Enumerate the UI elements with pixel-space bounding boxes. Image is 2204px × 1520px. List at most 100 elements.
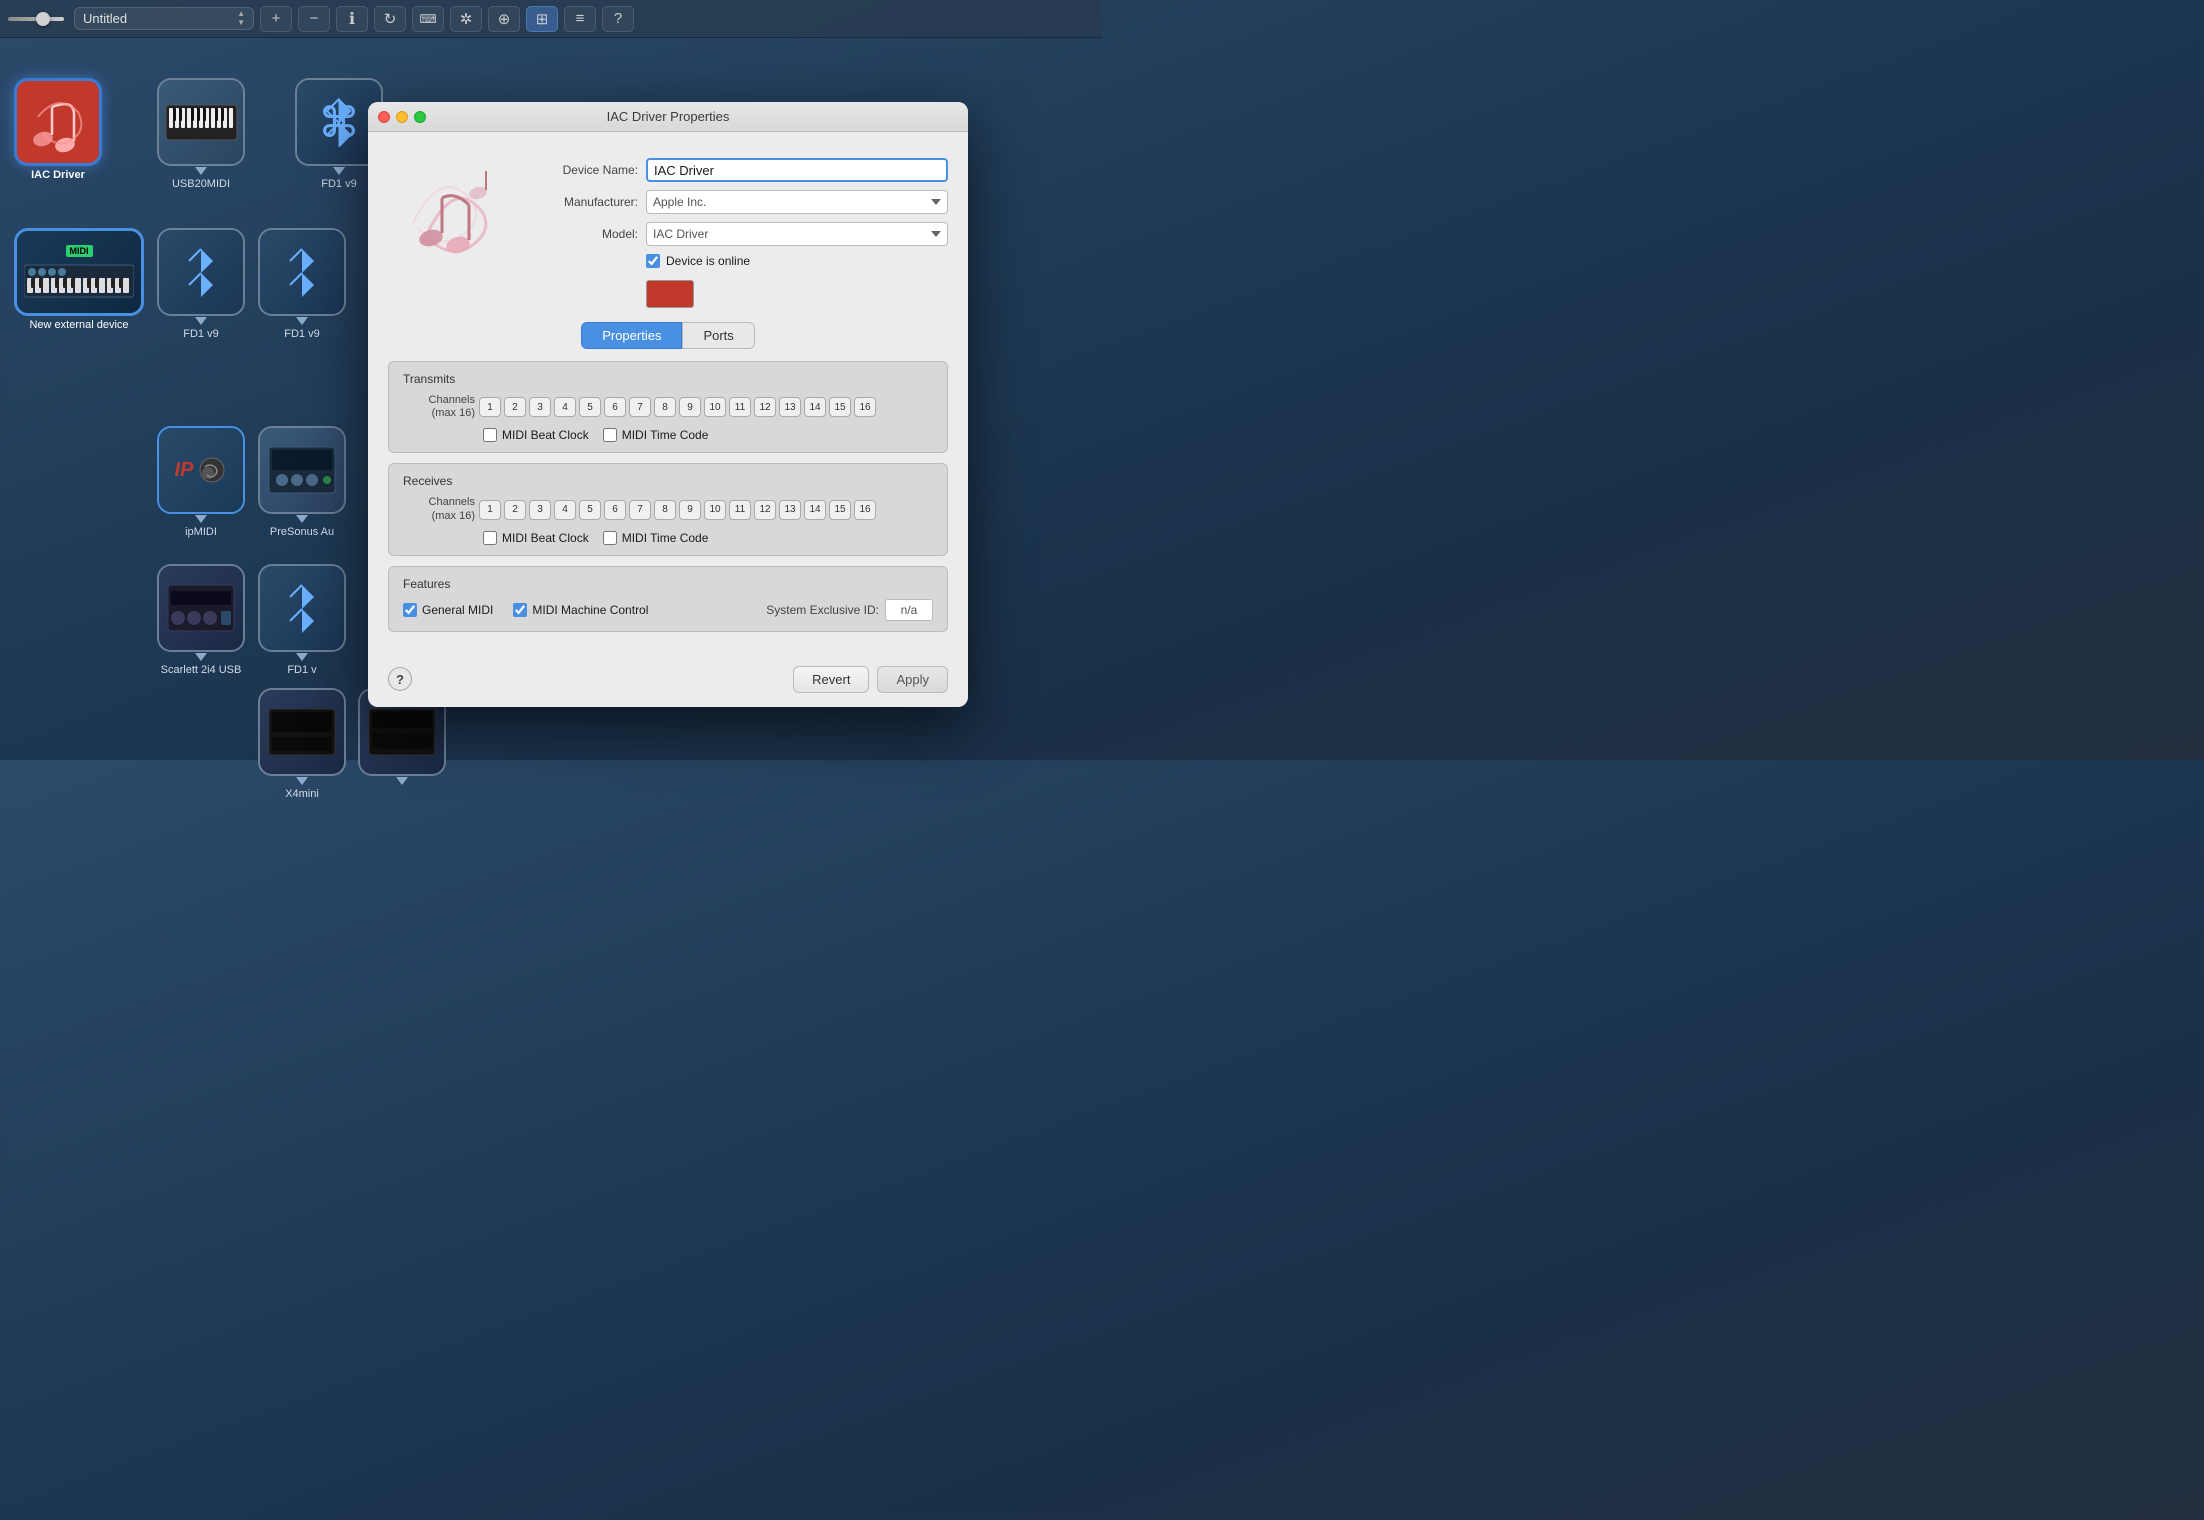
receives-beat-clock-label: MIDI Beat Clock xyxy=(502,531,589,545)
general-midi-checkbox[interactable] xyxy=(403,603,417,617)
tab-bar: Properties Ports xyxy=(388,322,948,349)
receives-ch-12[interactable]: 12 xyxy=(754,500,776,520)
receives-ch-15[interactable]: 15 xyxy=(829,500,851,520)
receives-ch-1[interactable]: 1 xyxy=(479,500,501,520)
receives-beat-clock-checkbox[interactable] xyxy=(483,531,497,545)
transmits-beat-clock-checkbox[interactable] xyxy=(483,428,497,442)
device-online-checkbox[interactable] xyxy=(646,254,660,268)
document-title: Untitled xyxy=(83,11,233,26)
receives-time-code-item: MIDI Time Code xyxy=(603,531,709,545)
keyboard-button[interactable]: ⌨ xyxy=(412,6,444,32)
transmits-ch-3[interactable]: 3 xyxy=(529,397,551,417)
screen-button[interactable]: ⊞ xyxy=(526,6,558,32)
bluetooth-button[interactable]: ✲ xyxy=(450,6,482,32)
device-ipmidi[interactable]: IP ipMIDI xyxy=(157,426,245,538)
device-presonus[interactable]: PreSonus Au xyxy=(258,426,346,538)
receives-ch-13[interactable]: 13 xyxy=(779,500,801,520)
document-selector[interactable]: Untitled ▲ ▼ xyxy=(74,7,254,30)
device-usb20midi[interactable]: USB20MIDI xyxy=(157,78,245,190)
receives-ch-2[interactable]: 2 xyxy=(504,500,526,520)
transmits-ch-13[interactable]: 13 xyxy=(779,397,801,417)
transmits-time-code-checkbox[interactable] xyxy=(603,428,617,442)
network-button[interactable]: ⊕ xyxy=(488,6,520,32)
tab-ports[interactable]: Ports xyxy=(682,322,754,349)
receives-beat-clock-item: MIDI Beat Clock xyxy=(483,531,589,545)
transmits-ch-7[interactable]: 7 xyxy=(629,397,651,417)
receives-ch-3[interactable]: 3 xyxy=(529,500,551,520)
transmits-channels-label: Channels(max 16) xyxy=(403,394,475,420)
device-fd1v9-3[interactable]: FD1 v9 xyxy=(258,228,346,340)
transmits-time-code-item: MIDI Time Code xyxy=(603,428,709,442)
receives-ch-6[interactable]: 6 xyxy=(604,500,626,520)
remove-button[interactable]: − xyxy=(298,6,330,32)
device-fd1v9-last-label: FD1 v xyxy=(287,664,316,676)
help-button[interactable]: ? xyxy=(602,6,634,32)
dialog-top-section: Device Name: Manufacturer: Apple Inc. Mo… xyxy=(388,148,948,308)
device-name-input[interactable] xyxy=(646,158,948,182)
transmits-ch-12[interactable]: 12 xyxy=(754,397,776,417)
device-fd1v9-3-label: FD1 v9 xyxy=(284,328,319,340)
model-select[interactable]: IAC Driver xyxy=(646,222,948,246)
maximize-button[interactable] xyxy=(414,111,426,123)
receives-ch-5[interactable]: 5 xyxy=(579,500,601,520)
device-iac-driver[interactable]: IAC Driver xyxy=(14,78,102,181)
sysex-input[interactable] xyxy=(885,599,933,621)
device-online-row: Device is online xyxy=(646,254,948,268)
refresh-button[interactable]: ↻ xyxy=(374,6,406,32)
manufacturer-select[interactable]: Apple Inc. xyxy=(646,190,948,214)
transmits-title: Transmits xyxy=(403,372,933,386)
receives-time-code-checkbox[interactable] xyxy=(603,531,617,545)
receives-ch-9[interactable]: 9 xyxy=(679,500,701,520)
transmits-ch-4[interactable]: 4 xyxy=(554,397,576,417)
transmits-ch-14[interactable]: 14 xyxy=(804,397,826,417)
device-fd1v9-last[interactable]: FD1 v xyxy=(258,564,346,676)
device-x4mini[interactable]: X4mini xyxy=(258,688,346,800)
volume-slider[interactable] xyxy=(8,17,64,21)
revert-button[interactable]: Revert xyxy=(793,666,869,693)
receives-ch-7[interactable]: 7 xyxy=(629,500,651,520)
receives-ch-10[interactable]: 10 xyxy=(704,500,726,520)
receives-ch-16[interactable]: 16 xyxy=(854,500,876,520)
transmits-ch-1[interactable]: 1 xyxy=(479,397,501,417)
device-name-label: Device Name: xyxy=(538,163,638,177)
transmits-ch-8[interactable]: 8 xyxy=(654,397,676,417)
sysex-row: System Exclusive ID: xyxy=(766,599,933,621)
tab-properties[interactable]: Properties xyxy=(581,322,682,349)
title-bar: Untitled ▲ ▼ + − ℹ ↻ ⌨ ✲ ⊕ ⊞ ≡ ? xyxy=(0,0,1102,38)
close-button[interactable] xyxy=(378,111,390,123)
transmits-ch-16[interactable]: 16 xyxy=(854,397,876,417)
receives-ch-11[interactable]: 11 xyxy=(729,500,751,520)
features-title: Features xyxy=(403,577,933,591)
manufacturer-label: Manufacturer: xyxy=(538,195,638,209)
add-button[interactable]: + xyxy=(260,6,292,32)
transmits-ch-2[interactable]: 2 xyxy=(504,397,526,417)
transmits-ch-11[interactable]: 11 xyxy=(729,397,751,417)
dialog-help-button[interactable]: ? xyxy=(388,667,412,691)
transmits-ch-9[interactable]: 9 xyxy=(679,397,701,417)
transmits-ch-6[interactable]: 6 xyxy=(604,397,626,417)
dialog-footer: ? Revert Apply xyxy=(368,658,968,707)
receives-ch-14[interactable]: 14 xyxy=(804,500,826,520)
device-scarlett[interactable]: Scarlett 2i4 USB xyxy=(157,564,245,676)
receives-time-code-label: MIDI Time Code xyxy=(622,531,709,545)
transmits-channel-buttons: 1 2 3 4 5 6 7 8 9 10 11 12 13 14 xyxy=(479,397,876,417)
device-new-external[interactable]: MIDI xyxy=(14,228,144,331)
transmits-ch-10[interactable]: 10 xyxy=(704,397,726,417)
device-fd1v9-2[interactable]: FD1 v9 xyxy=(157,228,245,340)
minimize-button[interactable] xyxy=(396,111,408,123)
receives-channels-row: Channels(max 16) 1 2 3 4 5 6 7 8 9 10 11… xyxy=(403,496,933,522)
main-canvas: IAC Driver xyxy=(0,38,1102,760)
general-midi-item: General MIDI xyxy=(403,603,493,617)
color-swatch[interactable] xyxy=(646,280,694,308)
device-presonus-label: PreSonus Au xyxy=(270,526,334,538)
apply-button[interactable]: Apply xyxy=(877,666,948,693)
transmits-ch-15[interactable]: 15 xyxy=(829,397,851,417)
info-button[interactable]: ℹ xyxy=(336,6,368,32)
transmits-beat-clock-item: MIDI Beat Clock xyxy=(483,428,589,442)
transmits-ch-5[interactable]: 5 xyxy=(579,397,601,417)
device-iac-driver-label: IAC Driver xyxy=(31,169,85,181)
receives-ch-4[interactable]: 4 xyxy=(554,500,576,520)
midi-machine-control-checkbox[interactable] xyxy=(513,603,527,617)
list-button[interactable]: ≡ xyxy=(564,6,596,32)
receives-ch-8[interactable]: 8 xyxy=(654,500,676,520)
